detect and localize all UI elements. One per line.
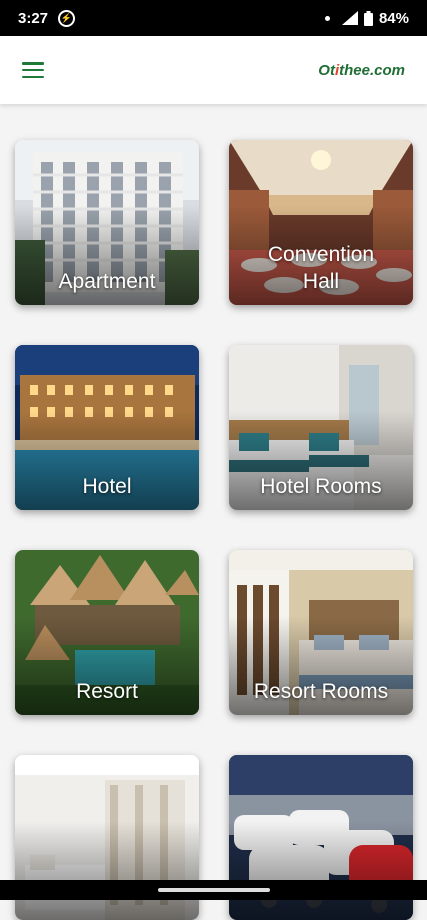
battery-percent: 84%: [379, 10, 409, 27]
category-grid: Apartment Convention Hall: [15, 140, 413, 920]
battery-icon: [364, 11, 373, 26]
notification-dot-icon: [325, 16, 330, 21]
app-bar: Otithee.com: [0, 36, 427, 104]
category-label: Resort Rooms: [229, 678, 413, 705]
card-shade: [15, 821, 199, 920]
category-label: Hotel: [15, 473, 199, 500]
system-nav-bar: [0, 880, 427, 900]
category-card-hotel[interactable]: Hotel: [15, 345, 199, 510]
status-right: 84%: [325, 10, 409, 27]
messenger-icon: ⚡: [58, 10, 75, 27]
category-label: Resort: [15, 678, 199, 705]
category-label: Hotel Rooms: [229, 473, 413, 500]
logo-text-1: Ot: [318, 62, 335, 79]
category-card-hotel-rooms[interactable]: Hotel Rooms: [229, 345, 413, 510]
hamburger-menu-icon[interactable]: [22, 62, 44, 78]
logo-text-2: thee.com: [339, 62, 405, 79]
category-card-convention-hall[interactable]: Convention Hall: [229, 140, 413, 305]
brand-logo: Otithee.com: [318, 62, 405, 79]
card-shade: [229, 821, 413, 920]
category-label: Convention Hall: [229, 241, 413, 295]
signal-icon: [342, 11, 358, 25]
category-label: Apartment: [15, 268, 199, 295]
category-card-resort[interactable]: Resort: [15, 550, 199, 715]
status-time: 3:27: [18, 10, 48, 27]
category-card-apartment[interactable]: Apartment: [15, 140, 199, 305]
category-card-resort-rooms[interactable]: Resort Rooms: [229, 550, 413, 715]
home-gesture-handle[interactable]: [158, 888, 270, 892]
status-bar: 3:27 ⚡ 84%: [0, 0, 427, 36]
